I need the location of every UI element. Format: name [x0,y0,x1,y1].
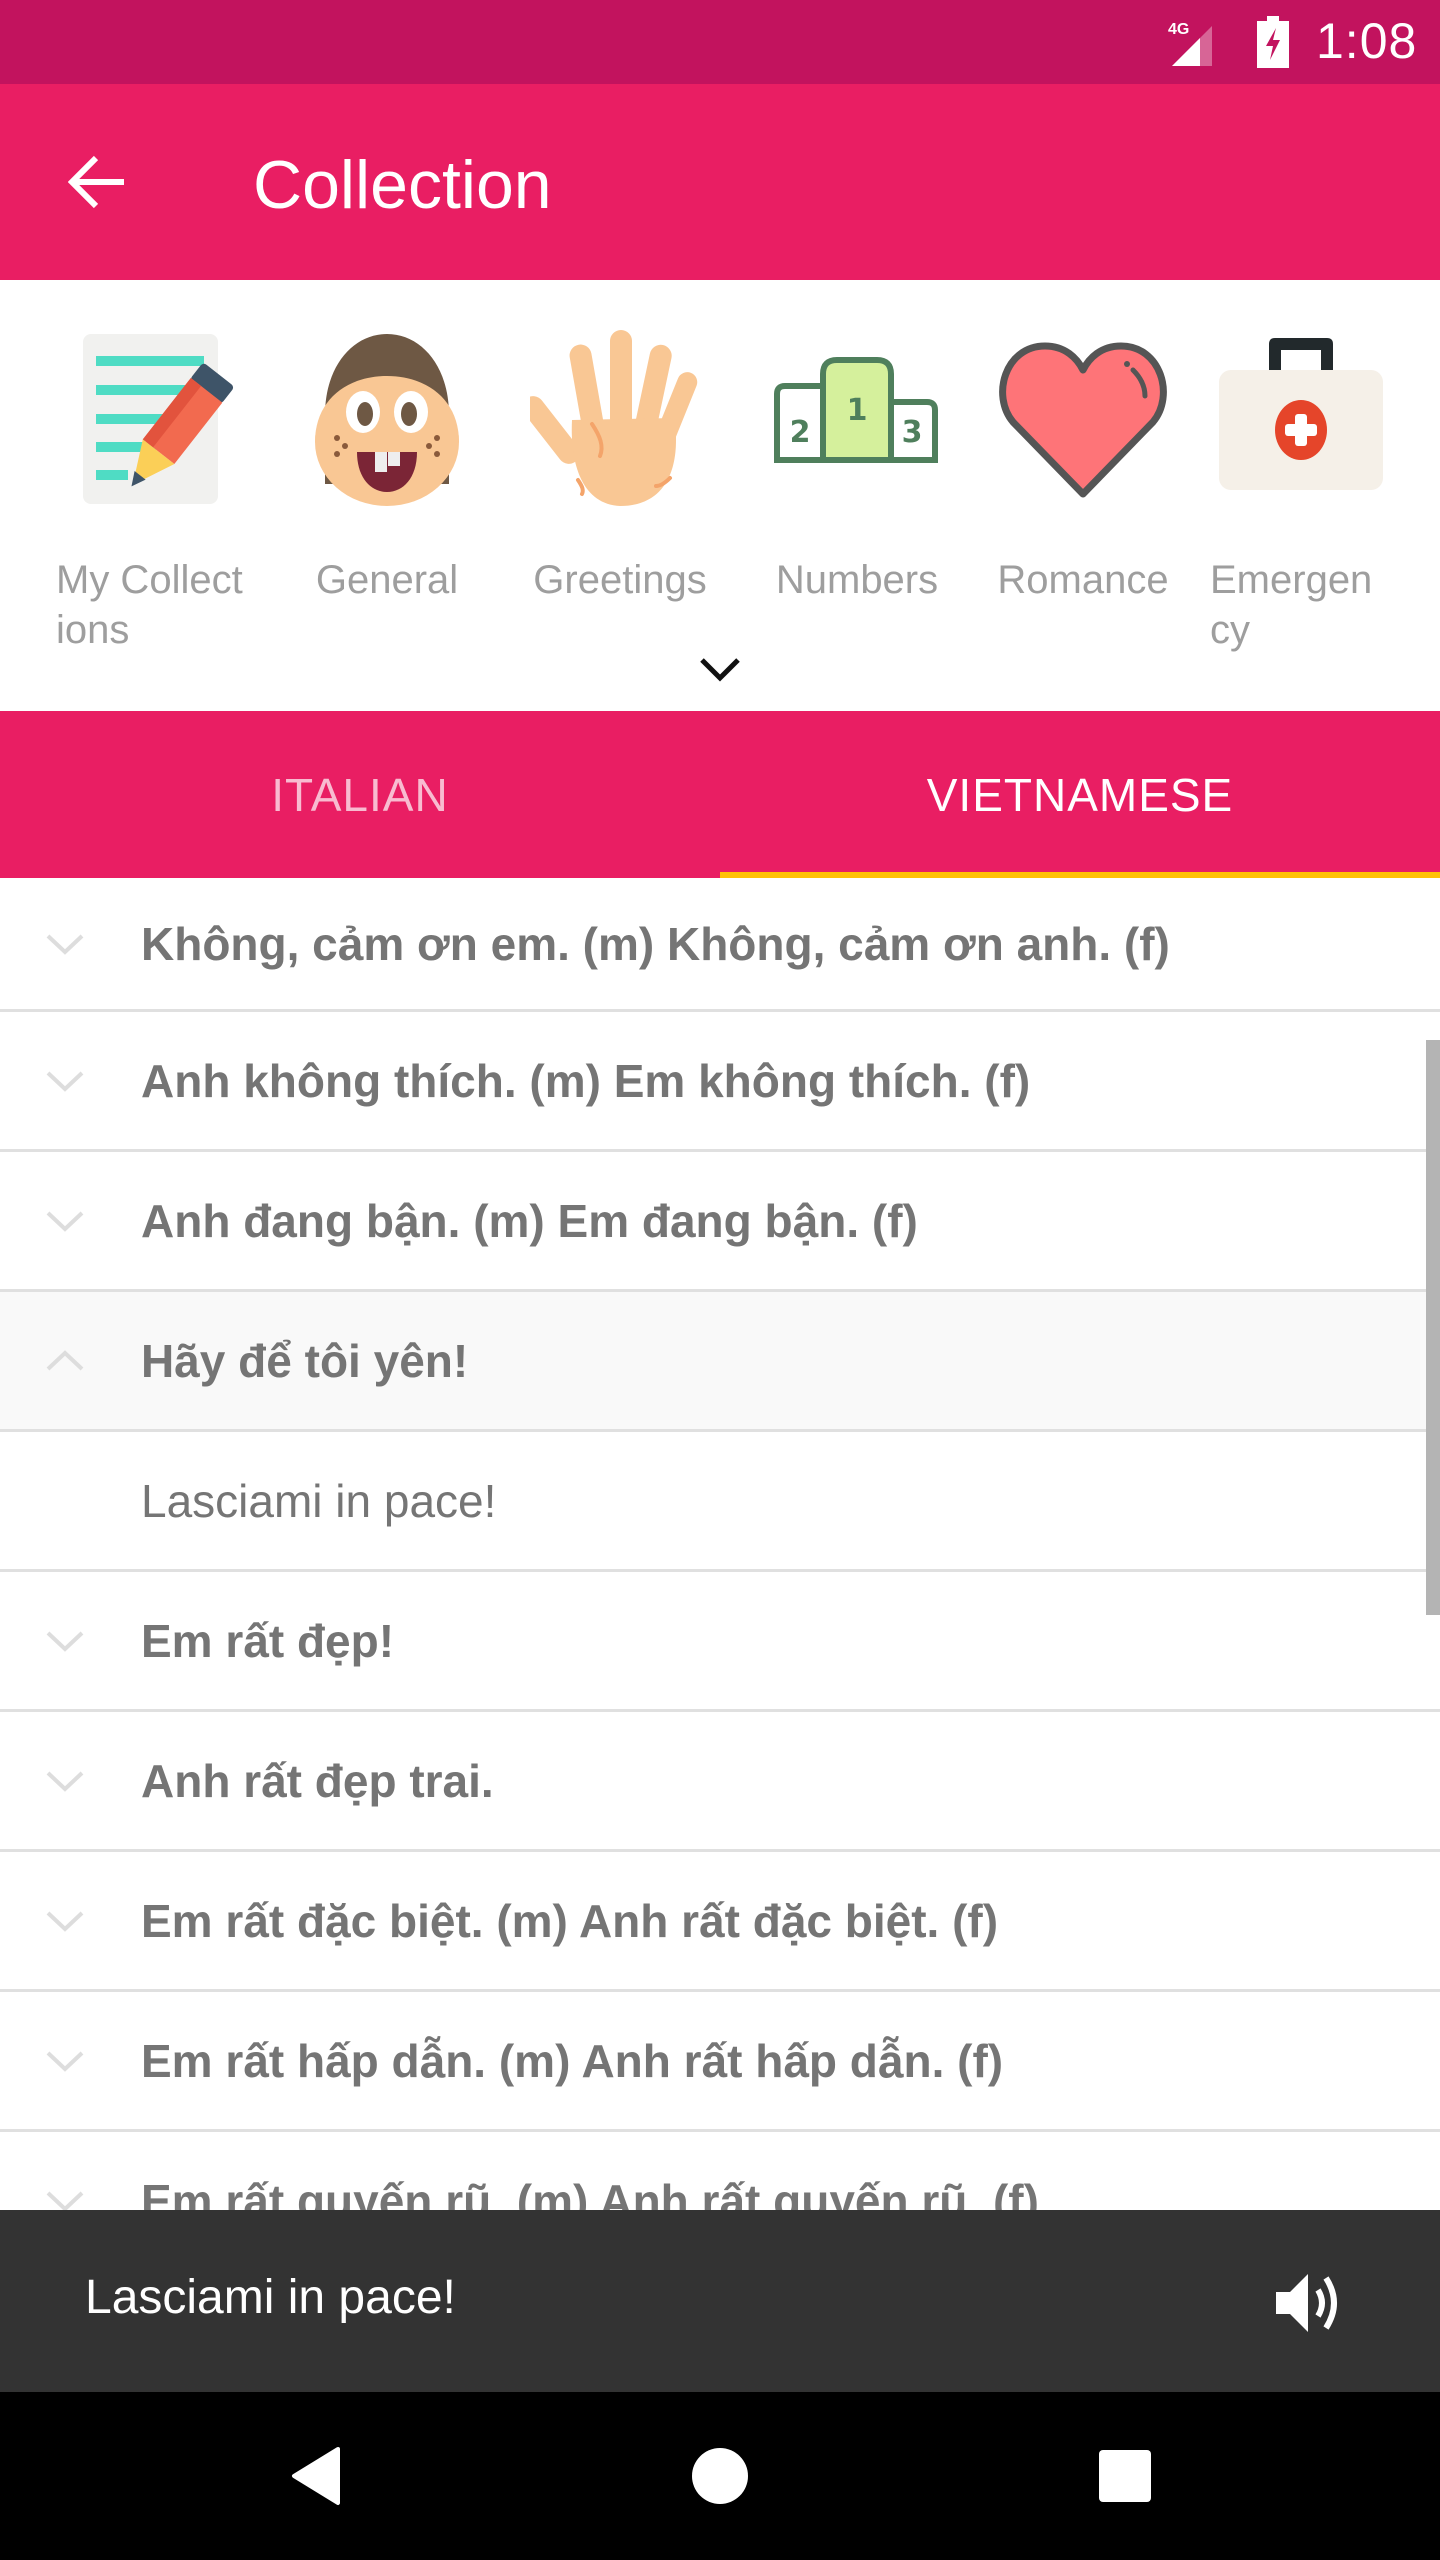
chevron-down-icon [46,2191,84,2210]
phrase-text: Không, cảm ơn em. (m) Không, cảm ơn anh.… [141,917,1170,970]
chevron-down-icon [46,934,84,955]
expand-categories-button[interactable] [690,640,750,700]
category-label-line1: Emergen [1210,558,1373,602]
phrase-text: Em rất đặc biệt. (m) Anh rất đặc biệt. (… [141,1894,999,1947]
girl-face-icon [315,334,459,506]
category-strip: My Collect ions General Greetings 2 1 3 … [0,280,1440,711]
arrow-back-icon [68,155,124,209]
list-item[interactable]: Em rất quyến rũ. (m) Anh rất quyến rũ. (… [0,2132,1440,2210]
system-nav-bar [0,2392,1440,2560]
list-item[interactable]: Em rất hấp dẫn. (m) Anh rất hấp dẫn. (f) [0,1992,1440,2132]
category-label: Romance [997,558,1169,602]
chevron-down-icon [46,1771,84,1792]
category-label: Emergen cy [1210,555,1420,655]
nav-back-button[interactable] [276,2436,356,2516]
chevron-down-icon [46,1211,84,1232]
back-nav-icon [292,2447,340,2505]
phrase-text: Anh không thích. (m) Em không thích. (f) [141,1054,1031,1107]
chevron-down-icon [46,1071,84,1092]
heart-icon [999,342,1167,498]
chevron-up-icon [46,1349,84,1370]
category-label-line2: cy [1210,608,1250,652]
podium-icon: 2 1 3 [774,357,938,463]
phrase-translation-row: Lasciami in pace! [0,1432,1440,1572]
list-item[interactable]: Anh rất đẹp trai. [0,1712,1440,1852]
clock: 1:08 [1316,13,1418,69]
recents-nav-icon [1099,2450,1151,2502]
language-tabs: ITALIAN VIETNAMESE [0,711,1440,879]
waving-hand-icon [530,330,698,506]
svg-text:1: 1 [847,393,868,428]
status-bar: 4G 1:08 [0,0,1440,84]
chevron-down-icon [46,1911,84,1932]
tab-italian[interactable]: ITALIAN [0,711,720,878]
phrase-list: Không, cảm ơn em. (m) Không, cảm ơn anh.… [0,878,1440,2210]
nav-home-button[interactable] [680,2436,760,2516]
back-button[interactable] [60,144,136,220]
list-item[interactable]: Anh đang bận. (m) Em đang bận. (f) [0,1152,1440,1292]
category-label: Numbers [775,558,939,602]
list-item-expanded[interactable]: Hãy để tôi yên! [0,1292,1440,1432]
svg-text:2: 2 [790,415,811,450]
signal-icon: 4G [1168,21,1212,66]
snackbar-message: Lasciami in pace! [85,2271,456,2324]
phrase-text: Em rất hấp dẫn. (m) Anh rất hấp dẫn. (f) [141,2034,1004,2087]
phrase-text: Anh đang bận. (m) Em đang bận. (f) [141,1194,918,1247]
nav-recents-button[interactable] [1085,2436,1165,2516]
phrase-text: Anh rất đẹp trai. [141,1754,494,1807]
phrase-translation: Lasciami in pace! [141,1474,497,1527]
battery-charging-icon [1257,16,1289,68]
list-scrollbar[interactable] [1426,1040,1440,1615]
category-label: My Collect ions [56,555,266,655]
page-title: Collection [253,147,552,223]
category-label-line2: ions [56,608,130,652]
category-label: Greetings [533,558,707,602]
home-nav-icon [692,2448,748,2504]
speaker-icon[interactable] [1270,2266,1344,2340]
first-aid-kit-icon [1219,338,1383,490]
chevron-down-icon [700,658,740,682]
notepad-pencil-icon [83,334,234,504]
svg-text:3: 3 [902,415,923,450]
tab-vietnamese[interactable]: VIETNAMESE [720,711,1440,878]
category-label-line1: My Collect [56,558,243,602]
app-toolbar: Collection [0,84,1440,280]
network-type-label: 4G [1168,21,1189,38]
chevron-down-icon [46,2051,84,2072]
list-item[interactable]: Em rất đẹp! [0,1572,1440,1712]
chevron-down-icon [46,1631,84,1652]
list-item[interactable]: Anh không thích. (m) Em không thích. (f) [0,1012,1440,1152]
list-item[interactable]: Em rất đặc biệt. (m) Anh rất đặc biệt. (… [0,1852,1440,1992]
list-item[interactable]: Không, cảm ơn em. (m) Không, cảm ơn anh.… [0,878,1440,1012]
category-label: General [315,558,459,602]
phrase-text: Em rất quyến rũ. (m) Anh rất quyến rũ. (… [141,2174,1039,2211]
snackbar: Lasciami in pace! [0,2210,1440,2392]
phrase-text: Hãy để tôi yên! [141,1334,469,1387]
phrase-text: Em rất đẹp! [141,1614,395,1667]
